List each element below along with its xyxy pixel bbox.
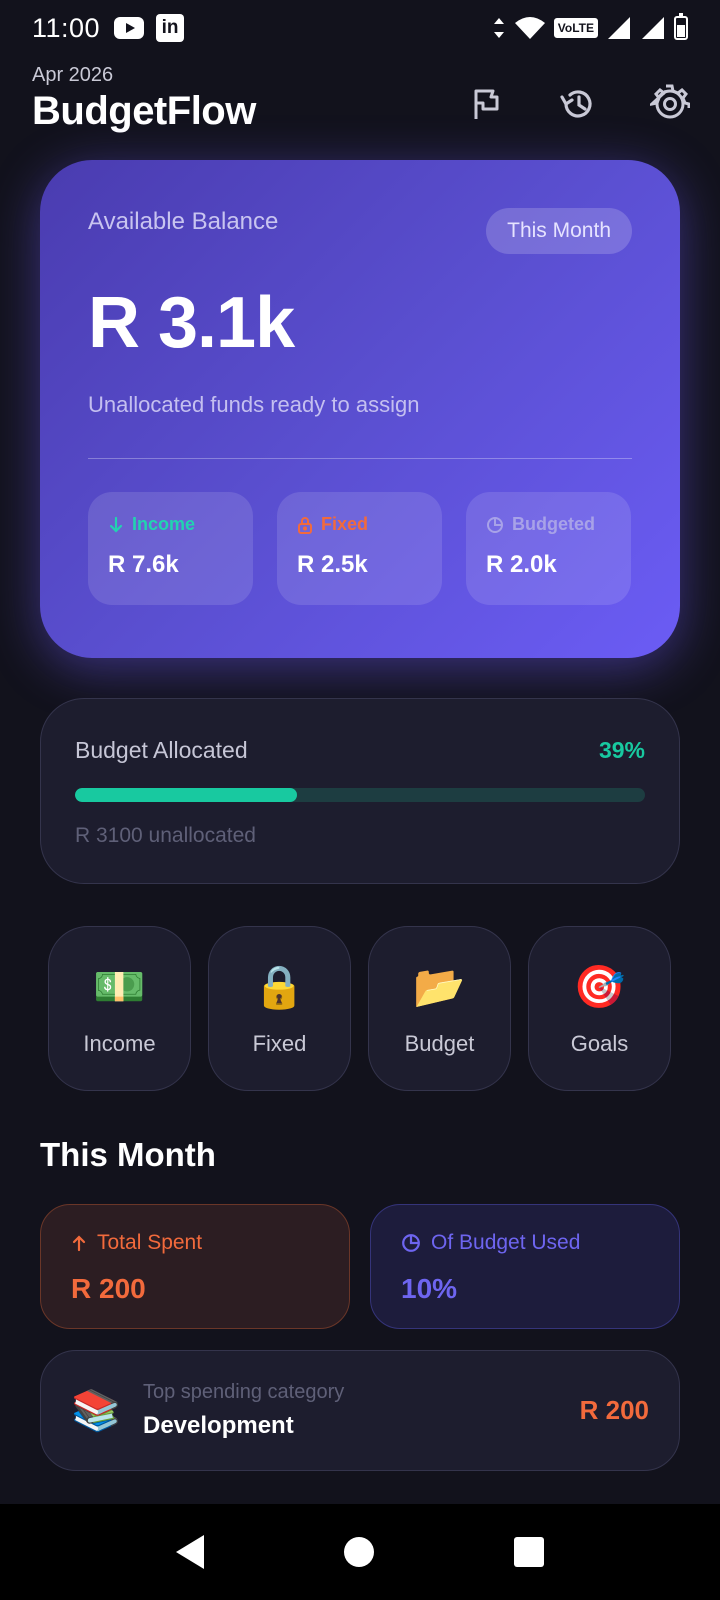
settings-icon[interactable] <box>650 84 690 124</box>
allocated-label: Budget Allocated <box>75 737 248 763</box>
arrow-down-icon <box>109 516 123 533</box>
flag-icon[interactable] <box>466 84 506 124</box>
allocated-percent: 39% <box>598 737 645 763</box>
lock-icon <box>298 516 312 534</box>
fixed-tile[interactable]: Fixed R 2.5k <box>277 492 442 605</box>
status-bar: 11:00 in VoLTE <box>0 0 720 56</box>
quick-budget-label: Budget <box>404 1030 475 1056</box>
budgeted-tile[interactable]: Budgeted R 2.0k <box>466 492 631 605</box>
quick-actions: 💵 Income 🔒 Fixed 📂 Budget 🎯 Goals <box>48 926 671 1091</box>
quick-goals-label: Goals <box>570 1030 629 1056</box>
books-icon: 📚 <box>71 1389 121 1433</box>
quick-goals-button[interactable]: 🎯 Goals <box>528 926 671 1091</box>
top-category-card[interactable]: 📚 Top spending category Development R 20… <box>40 1350 680 1471</box>
lock-icon: 🔒 <box>253 962 306 1010</box>
allocated-progress-track <box>75 788 645 802</box>
balance-amount: R 3.1k <box>88 283 295 363</box>
total-spent-value: R 200 <box>71 1273 146 1304</box>
signal-icon <box>642 17 664 39</box>
pie-icon <box>487 516 503 533</box>
top-category-amount: R 200 <box>579 1395 649 1425</box>
unallocated-text: R 3100 unallocated <box>75 824 256 847</box>
income-tile-value: R 7.6k <box>108 551 179 578</box>
period-chip[interactable]: This Month <box>486 208 632 254</box>
quick-fixed-label: Fixed <box>252 1030 307 1056</box>
volte-icon: VoLTE <box>553 18 598 38</box>
money-icon: 💵 <box>93 962 146 1010</box>
quick-income-button[interactable]: 💵 Income <box>48 926 191 1091</box>
balance-card: Available Balance This Month R 3.1k Unal… <box>40 160 680 658</box>
youtube-icon <box>114 17 145 39</box>
balance-divider <box>88 458 632 459</box>
total-spent-card[interactable]: Total Spent R 200 <box>40 1204 350 1329</box>
home-button[interactable] <box>344 1537 374 1567</box>
income-tile-label: Income <box>132 514 196 534</box>
folder-icon: 📂 <box>413 962 466 1010</box>
history-icon[interactable] <box>558 84 598 124</box>
budgetflow-screen: 11:00 in VoLTE Apr 2026 BudgetFlow Avail… <box>0 0 720 1600</box>
battery-icon <box>674 13 688 40</box>
fixed-tile-value: R 2.5k <box>297 551 368 578</box>
budget-allocated-card[interactable]: Budget Allocated 39% R 3100 unallocated <box>40 698 680 884</box>
data-arrows-icon <box>493 18 504 38</box>
budget-used-label: Of Budget Used <box>431 1231 581 1254</box>
quick-fixed-button[interactable]: 🔒 Fixed <box>208 926 351 1091</box>
target-icon: 🎯 <box>573 962 626 1010</box>
recents-button[interactable] <box>514 1537 544 1567</box>
linkedin-icon: in <box>156 14 185 42</box>
fixed-tile-label: Fixed <box>321 514 369 534</box>
back-button[interactable] <box>176 1535 204 1569</box>
top-category-label: Top spending category <box>143 1381 345 1403</box>
budgeted-tile-value: R 2.0k <box>486 551 557 578</box>
budget-used-value: 10% <box>401 1273 458 1304</box>
status-time: 11:00 <box>32 12 101 43</box>
app-header: Apr 2026 BudgetFlow <box>32 64 690 144</box>
budgeted-tile-label: Budgeted <box>512 514 595 534</box>
total-spent-label: Total Spent <box>97 1231 203 1254</box>
income-tile[interactable]: Income R 7.6k <box>88 492 253 605</box>
top-category-name: Development <box>143 1412 294 1439</box>
quick-budget-button[interactable]: 📂 Budget <box>368 926 511 1091</box>
wifi-icon <box>514 17 545 39</box>
quick-income-label: Income <box>83 1030 156 1056</box>
arrow-up-icon <box>72 1235 86 1252</box>
balance-subtitle: Unallocated funds ready to assign <box>88 392 420 417</box>
pie-icon <box>402 1234 420 1252</box>
budget-used-card[interactable]: Of Budget Used 10% <box>370 1204 680 1329</box>
signal-icon <box>608 17 630 39</box>
allocated-progress-fill <box>75 788 298 802</box>
this-month-title: This Month <box>40 1136 216 1173</box>
system-nav-bar <box>0 1504 720 1600</box>
